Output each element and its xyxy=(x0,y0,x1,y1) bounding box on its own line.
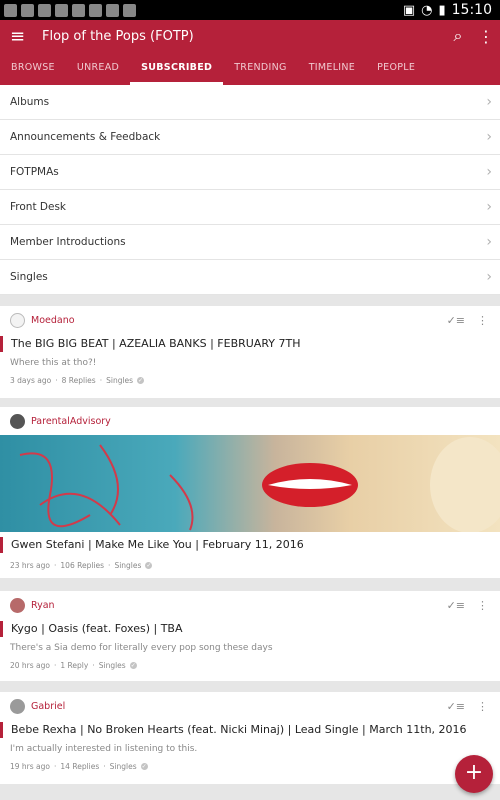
topic-card[interactable]: Ryan ✓≡ ⋮ Kygo | Oasis (feat. Foxes) | T… xyxy=(0,591,500,681)
check-icon: ✓ xyxy=(145,562,153,569)
topic-forum[interactable]: Singles xyxy=(99,661,126,670)
avatar[interactable] xyxy=(10,597,25,613)
topic-forum[interactable]: Singles xyxy=(106,376,133,385)
topic-meta: 20 hrs ago · 1 Reply · Singles ✓ xyxy=(10,661,137,670)
notification-icon xyxy=(89,3,102,17)
topic-meta: 3 days ago · 8 Replies · Singles ✓ xyxy=(10,376,145,385)
chevron-right-icon: › xyxy=(486,94,492,110)
notification-icon xyxy=(38,3,51,17)
forum-label: Announcements & Feedback xyxy=(10,131,161,143)
notification-icons xyxy=(0,3,136,17)
author-name[interactable]: ParentalAdvisory xyxy=(31,416,500,427)
notification-icon xyxy=(4,3,17,17)
more-vert-icon[interactable]: ⋮ xyxy=(472,27,500,46)
topic-snippet: I'm actually interested in listening to … xyxy=(10,744,198,754)
topic-forum[interactable]: Singles xyxy=(114,561,141,570)
topic-meta: 23 hrs ago · 106 Replies · Singles ✓ xyxy=(10,561,153,570)
tab-subscribed[interactable]: SUBSCRIBED xyxy=(130,53,224,85)
topic-title[interactable]: Bebe Rexha | No Broken Hearts (feat. Nic… xyxy=(0,722,500,738)
topic-title[interactable]: The BIG BIG BEAT | AZEALIA BANKS | FEBRU… xyxy=(0,336,500,352)
author-name[interactable]: Moedano xyxy=(31,315,447,326)
forum-label: Singles xyxy=(10,271,48,283)
status-bar: ▣ ◔ ▮ 15:10 xyxy=(0,0,500,20)
more-vert-icon[interactable]: ⋮ xyxy=(477,599,488,612)
status-time: 15:10 xyxy=(451,2,492,18)
author-name[interactable]: Ryan xyxy=(31,600,447,611)
menu-icon[interactable]: ≡ xyxy=(10,26,36,47)
check-icon: ✓ xyxy=(140,763,148,770)
topic-title[interactable]: Gwen Stefani | Make Me Like You | Februa… xyxy=(0,537,500,553)
more-vert-icon[interactable]: ⋮ xyxy=(477,314,488,327)
topic-time: 20 hrs ago xyxy=(10,661,51,670)
tab-people[interactable]: PEOPLE xyxy=(366,53,426,85)
chevron-right-icon: › xyxy=(486,269,492,285)
avatar[interactable] xyxy=(10,413,25,429)
search-icon[interactable]: ⌕ xyxy=(444,26,472,46)
tab-trending[interactable]: TRENDING xyxy=(223,53,298,85)
notification-icon xyxy=(106,3,119,17)
topic-card[interactable]: Moedano ✓≡ ⋮ The BIG BIG BEAT | AZEALIA … xyxy=(0,306,500,398)
topic-snippet: Where this at tho?! xyxy=(10,358,97,368)
topic-title[interactable]: Kygo | Oasis (feat. Foxes) | TBA xyxy=(0,621,500,637)
notification-icon xyxy=(72,3,85,17)
app-bar: ≡ Flop of the Pops (FOTP) ⌕ ⋮ BROWSE UNR… xyxy=(0,20,500,85)
plus-icon: + xyxy=(464,760,484,785)
forum-item-front-desk[interactable]: Front Desk › xyxy=(0,190,500,225)
topic-snippet: There's a Sia demo for literally every p… xyxy=(10,643,273,653)
battery-icon: ▮ xyxy=(438,2,446,18)
topic-card[interactable]: ParentalAdvisory Gwen Stefani | Make Me … xyxy=(0,407,500,578)
wifi-icon: ◔ xyxy=(421,2,433,18)
check-icon: ✓ xyxy=(137,377,145,384)
topic-replies: 106 Replies xyxy=(60,561,105,570)
topic-card[interactable]: Gabriel ✓≡ ⋮ Bebe Rexha | No Broken Hear… xyxy=(0,692,500,784)
notification-icon xyxy=(123,3,136,17)
topic-image-graphic xyxy=(19,437,500,532)
tab-browse[interactable]: BROWSE xyxy=(0,53,66,85)
topic-time: 23 hrs ago xyxy=(10,561,51,570)
avatar[interactable] xyxy=(10,698,25,714)
topic-image xyxy=(0,435,500,532)
app-title: Flop of the Pops (FOTP) xyxy=(42,28,194,44)
topic-forum[interactable]: Singles xyxy=(110,762,137,771)
forum-item-fotpmas[interactable]: FOTPMAs › xyxy=(0,155,500,190)
new-topic-fab[interactable]: + xyxy=(455,755,493,793)
chevron-right-icon: › xyxy=(486,129,492,145)
chevron-right-icon: › xyxy=(486,199,492,215)
tab-unread[interactable]: UNREAD xyxy=(66,53,130,85)
topic-meta: 19 hrs ago · 14 Replies · Singles ✓ xyxy=(10,762,148,771)
author-name[interactable]: Gabriel xyxy=(31,701,447,712)
mark-read-icon[interactable]: ✓≡ xyxy=(447,700,465,713)
avatar[interactable] xyxy=(10,312,25,328)
forum-item-announcements[interactable]: Announcements & Feedback › xyxy=(0,120,500,155)
forum-item-singles[interactable]: Singles › xyxy=(0,260,500,295)
forum-item-albums[interactable]: Albums › xyxy=(0,85,500,120)
forum-label: Member Introductions xyxy=(10,236,126,248)
mark-read-icon[interactable]: ✓≡ xyxy=(447,599,465,612)
check-icon: ✓ xyxy=(129,662,137,669)
topic-replies: 8 Replies xyxy=(61,376,96,385)
forum-item-member-introductions[interactable]: Member Introductions › xyxy=(0,225,500,260)
topic-replies: 14 Replies xyxy=(60,762,100,771)
notification-icon xyxy=(55,3,68,17)
tab-timeline[interactable]: TIMELINE xyxy=(298,53,366,85)
more-vert-icon[interactable]: ⋮ xyxy=(477,700,488,713)
mark-read-icon[interactable]: ✓≡ xyxy=(447,314,465,327)
chevron-right-icon: › xyxy=(486,164,492,180)
forum-label: FOTPMAs xyxy=(10,166,59,178)
forum-list: Albums › Announcements & Feedback › FOTP… xyxy=(0,85,500,295)
topic-replies: 1 Reply xyxy=(60,661,89,670)
topic-time: 3 days ago xyxy=(10,376,52,385)
forum-label: Front Desk xyxy=(10,201,66,213)
sim-icon: ▣ xyxy=(402,2,416,18)
forum-label: Albums xyxy=(10,96,50,108)
notification-icon xyxy=(21,3,34,17)
chevron-right-icon: › xyxy=(486,234,492,250)
tab-bar: BROWSE UNREAD SUBSCRIBED TRENDING TIMELI… xyxy=(0,53,500,85)
topic-time: 19 hrs ago xyxy=(10,762,51,771)
